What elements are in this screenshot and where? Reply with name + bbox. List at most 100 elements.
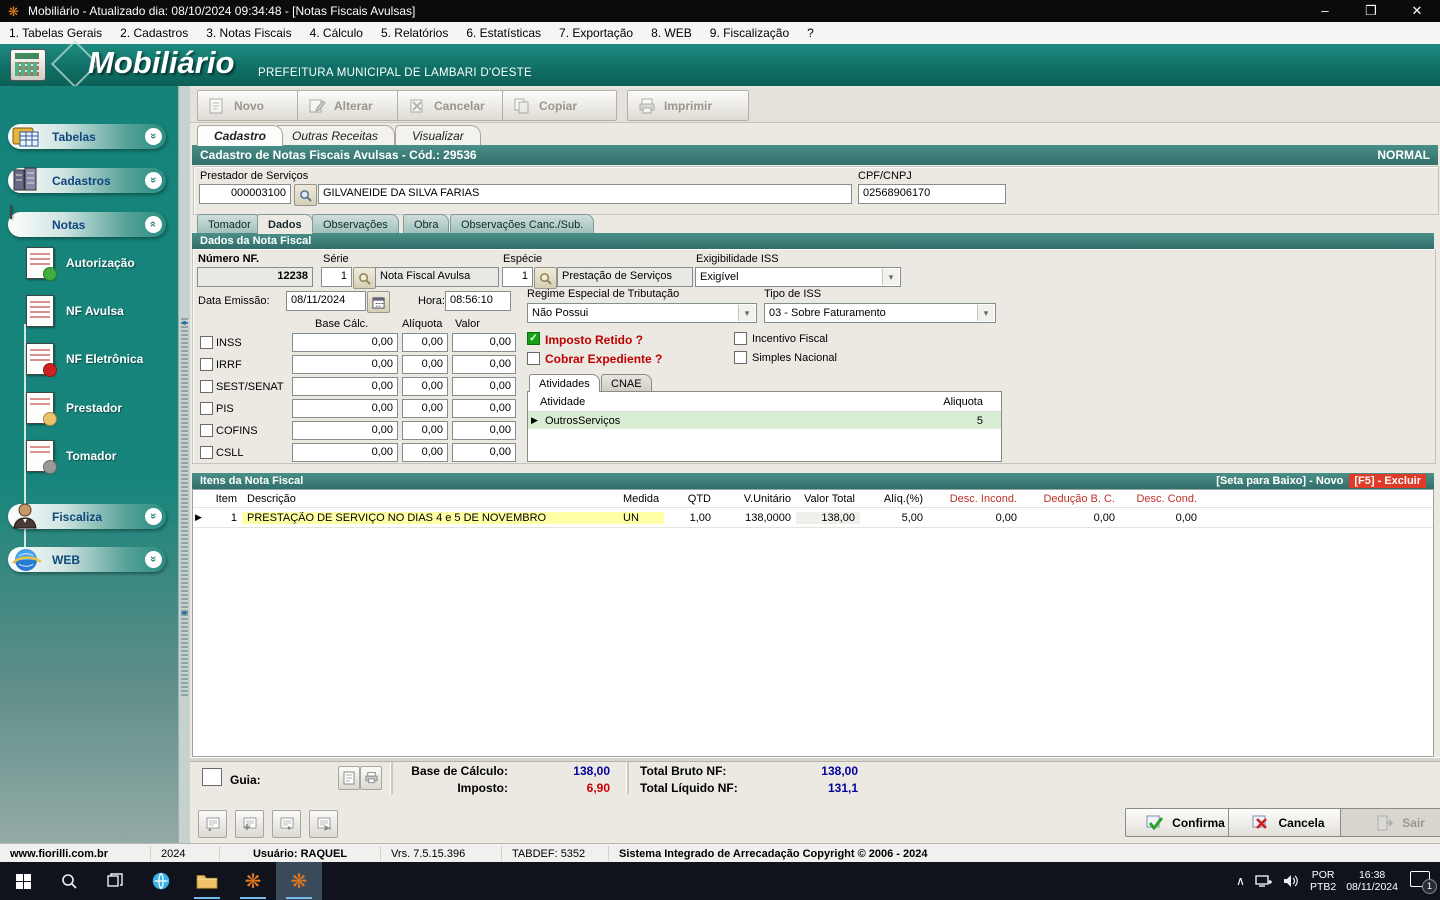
menu-web[interactable]: 8. WEB	[642, 26, 701, 40]
splitter-arrows-icon[interactable]: ◂▸	[179, 318, 190, 327]
csll-base-input[interactable]: 0,00	[292, 443, 398, 462]
serie-search-button[interactable]	[353, 267, 376, 289]
menu-notas-fiscais[interactable]: 3. Notas Fiscais	[197, 26, 300, 40]
sair-button[interactable]: Sair	[1340, 808, 1440, 837]
exigibilidade-select[interactable]: Exigível ▾	[695, 267, 901, 287]
tab-atividades[interactable]: Atividades	[529, 374, 600, 392]
task-view-button[interactable]	[92, 862, 138, 900]
menu-calculo[interactable]: 4. Cálculo	[301, 26, 372, 40]
atividade-row[interactable]: ▶ OutrosServiços 5	[528, 412, 1001, 429]
imposto-retido-checkbox[interactable]: ✓	[527, 332, 540, 345]
imprimir-button[interactable]: Imprimir	[627, 90, 749, 121]
minimize-icon[interactable]: –	[1302, 0, 1348, 22]
taskbar-search-button[interactable]	[46, 862, 92, 900]
pis-valor-input[interactable]: 0,00	[452, 399, 516, 418]
incentivo-fiscal-checkbox[interactable]	[734, 332, 747, 345]
csll-aliquota-input[interactable]: 0,00	[402, 443, 448, 462]
menu-help[interactable]: ?	[798, 26, 823, 40]
cobrar-expediente-checkbox[interactable]	[527, 352, 540, 365]
csll-valor-input[interactable]: 0,00	[452, 443, 516, 462]
csll-checkbox[interactable]	[200, 446, 213, 459]
menu-estatisticas[interactable]: 6. Estatísticas	[457, 26, 550, 40]
tab-tomador[interactable]: Tomador	[197, 214, 262, 234]
tab-observacoes[interactable]: Observações	[312, 214, 399, 234]
chevron-up-icon[interactable]: »	[145, 216, 162, 233]
pis-checkbox[interactable]	[200, 402, 213, 415]
irrf-checkbox[interactable]	[200, 358, 213, 371]
inss-base-input[interactable]: 0,00	[292, 333, 398, 352]
sest-senat-valor-input[interactable]: 0,00	[452, 377, 516, 396]
clock[interactable]: 16:38 08/11/2024	[1346, 869, 1398, 893]
nav-last-record-button[interactable]	[309, 810, 338, 838]
simples-nacional-checkbox[interactable]	[734, 351, 747, 364]
data-emissao-input[interactable]: 08/11/2024	[286, 291, 366, 311]
sest-senat-base-input[interactable]: 0,00	[292, 377, 398, 396]
cofins-base-input[interactable]: 0,00	[292, 421, 398, 440]
numero-nf-input[interactable]: 12238	[197, 267, 313, 287]
sidebar-item-prestador[interactable]: Prestador	[26, 387, 174, 429]
taskbar-app1-button[interactable]: ❋	[230, 862, 276, 900]
sidebar-item-web[interactable]: WEB »	[8, 547, 166, 572]
tray-expand-icon[interactable]: ∧	[1236, 874, 1245, 888]
chevron-down-icon[interactable]: »	[145, 172, 162, 189]
irrf-base-input[interactable]: 0,00	[292, 355, 398, 374]
tab-obra[interactable]: Obra	[403, 214, 450, 234]
menu-fiscalizacao[interactable]: 9. Fiscalização	[701, 26, 798, 40]
guia-view-button[interactable]	[338, 766, 360, 790]
tab-dados[interactable]: Dados	[257, 214, 313, 234]
irrf-aliquota-input[interactable]: 0,00	[402, 355, 448, 374]
taskbar-explorer-button[interactable]	[184, 862, 230, 900]
nav-insert-record-button[interactable]	[235, 810, 264, 838]
sidebar-item-tabelas[interactable]: Tabelas »	[8, 124, 166, 149]
nav-first-record-button[interactable]	[198, 810, 227, 838]
sidebar-item-autorizacao[interactable]: Autorização	[26, 242, 174, 284]
copiar-button[interactable]: Copiar	[502, 90, 617, 121]
close-icon[interactable]: ✕	[1394, 0, 1440, 22]
sidebar-item-nf-eletronica[interactable]: NF Eletrônica	[26, 338, 174, 380]
inss-valor-input[interactable]: 0,00	[452, 333, 516, 352]
hora-input[interactable]: 08:56:10	[445, 291, 511, 311]
nav-next-record-button[interactable]	[272, 810, 301, 838]
cofins-checkbox[interactable]	[200, 424, 213, 437]
calendar-button[interactable]	[367, 291, 390, 313]
language-indicator[interactable]: POR PTB2	[1310, 869, 1336, 893]
cpf-cnpj-input[interactable]: 02568906170	[858, 184, 1006, 204]
splitter-arrows-icon[interactable]: ◂▸	[179, 608, 190, 617]
menu-exportacao[interactable]: 7. Exportação	[550, 26, 642, 40]
cofins-valor-input[interactable]: 0,00	[452, 421, 516, 440]
chevron-down-icon[interactable]: »	[145, 128, 162, 145]
inss-aliquota-input[interactable]: 0,00	[402, 333, 448, 352]
notification-center-button[interactable]: 1	[1408, 871, 1437, 894]
sidebar-item-notas[interactable]: Notas »	[8, 205, 166, 237]
cofins-aliquota-input[interactable]: 0,00	[402, 421, 448, 440]
start-button[interactable]	[0, 862, 46, 900]
taskbar-ie-button[interactable]	[138, 862, 184, 900]
sidebar-item-fiscaliza[interactable]: Fiscaliza »	[8, 503, 166, 529]
tab-visualizar[interactable]: Visualizar	[395, 125, 481, 146]
sidebar-item-cadastros[interactable]: Cadastros »	[8, 167, 166, 193]
chevron-down-icon[interactable]: »	[145, 508, 162, 525]
irrf-valor-input[interactable]: 0,00	[452, 355, 516, 374]
prestador-code-input[interactable]: 000003100	[199, 184, 291, 204]
item-row[interactable]: ▶ 1 PRESTAÇÃO DE SERVIÇO NO DIAS 4 e 5 D…	[193, 508, 1433, 528]
guia-print-button[interactable]	[360, 766, 382, 790]
prestador-name-input[interactable]: GILVANEIDE DA SILVA FARIAS	[318, 184, 852, 204]
pis-base-input[interactable]: 0,00	[292, 399, 398, 418]
tab-cnae[interactable]: CNAE	[601, 374, 652, 392]
regime-select[interactable]: Não Possui ▾	[527, 303, 757, 323]
alterar-button[interactable]: Alterar	[297, 90, 412, 121]
menu-tabelas-gerais[interactable]: 1. Tabelas Gerais	[0, 26, 111, 40]
sidebar-item-nf-avulsa[interactable]: NF Avulsa	[26, 290, 174, 332]
network-icon[interactable]	[1255, 874, 1273, 888]
tab-observacoes-canc-sub[interactable]: Observações Canc./Sub.	[450, 214, 595, 234]
especie-input[interactable]: 1	[502, 267, 533, 287]
sest-senat-aliquota-input[interactable]: 0,00	[402, 377, 448, 396]
menu-cadastros[interactable]: 2. Cadastros	[111, 26, 197, 40]
pis-aliquota-input[interactable]: 0,00	[402, 399, 448, 418]
novo-button[interactable]: Novo	[197, 90, 312, 121]
menu-relatorios[interactable]: 5. Relatórios	[372, 26, 457, 40]
prestador-search-button[interactable]	[294, 184, 317, 206]
tab-outras-receitas[interactable]: Outras Receitas	[275, 125, 396, 146]
guia-checkbox[interactable]	[202, 768, 222, 786]
sest-senat-checkbox[interactable]	[200, 380, 213, 393]
